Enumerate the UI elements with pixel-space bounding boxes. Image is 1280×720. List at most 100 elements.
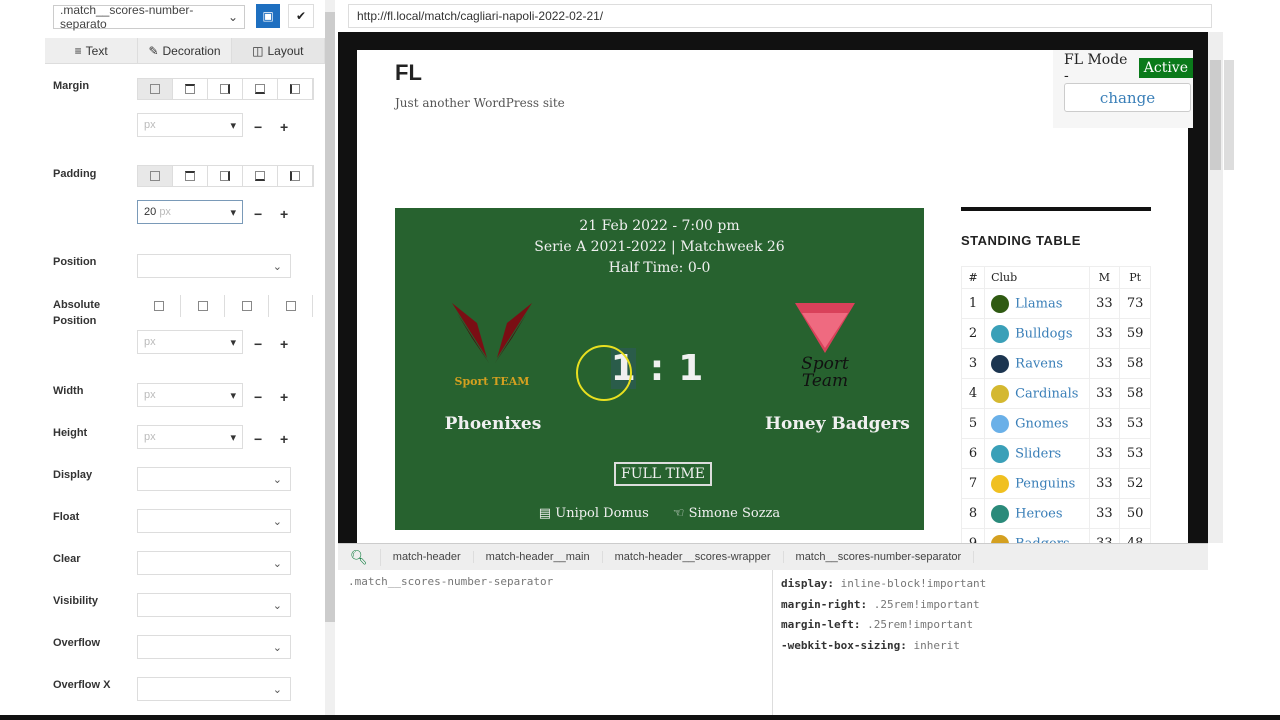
margin-input[interactable]: px ▾ <box>137 113 243 137</box>
site-title[interactable]: FL <box>395 60 422 86</box>
increment-button[interactable]: + <box>280 119 288 135</box>
club-link[interactable]: Penguins <box>1015 476 1075 491</box>
absolute-position-input[interactable]: px ▾ <box>137 330 243 354</box>
club-cell[interactable]: Cardinals <box>984 378 1090 409</box>
css-value: inline-block!important <box>840 577 987 590</box>
decrement-button[interactable]: − <box>254 431 262 447</box>
club-cell[interactable]: Ravens <box>984 348 1090 379</box>
breadcrumb-item[interactable]: match__scores-number-separator <box>784 551 975 563</box>
position-select[interactable]: ⌄ <box>137 254 291 278</box>
clear-label: Clear <box>53 553 81 565</box>
right-side-icon[interactable] <box>181 295 225 317</box>
club-cell[interactable]: Gnomes <box>984 408 1090 439</box>
url-bar[interactable]: http://fl.local/match/cagliari-napoli-20… <box>348 4 1212 28</box>
increment-button[interactable]: + <box>280 206 288 222</box>
table-cell: 33 <box>1088 288 1121 319</box>
increment-button[interactable]: + <box>280 431 288 447</box>
check-icon: ✔ <box>295 9 307 23</box>
caret-down-icon: ▾ <box>230 119 236 132</box>
club-cell[interactable]: Bulldogs <box>984 318 1090 349</box>
save-button[interactable]: ▣ <box>256 4 280 28</box>
browser-scrollbar[interactable] <box>1223 0 1235 715</box>
club-link[interactable]: Heroes <box>1015 506 1062 521</box>
search-icon[interactable]: 🔍︎ <box>338 548 381 566</box>
chevron-down-icon: ⌄ <box>227 10 238 24</box>
breadcrumb-item[interactable]: match-header__main <box>474 551 603 563</box>
bottom-side-icon[interactable] <box>243 79 278 99</box>
css-selector-editor[interactable]: .match__scores-number-separator <box>348 575 553 588</box>
bottom-side-icon[interactable] <box>243 166 278 186</box>
table-cell: 33 <box>1088 408 1121 439</box>
club-link[interactable]: Cardinals <box>1015 386 1078 401</box>
decrement-button[interactable]: − <box>254 389 262 405</box>
tab-text[interactable]: ≡ Text <box>45 38 139 63</box>
away-team-logo: Sport Team <box>780 303 870 398</box>
css-rule[interactable]: margin-left: .25rem!important <box>781 615 986 636</box>
all-sides-icon[interactable] <box>138 166 173 186</box>
left-side-icon[interactable] <box>269 295 313 317</box>
apply-button[interactable]: ✔ <box>288 4 314 28</box>
club-link[interactable]: Gnomes <box>1015 416 1068 431</box>
club-cell[interactable]: Heroes <box>984 498 1090 529</box>
table-cell: 6 <box>960 438 986 469</box>
visibility-select[interactable]: ⌄ <box>137 593 291 617</box>
right-side-icon[interactable] <box>208 79 243 99</box>
padding-side-selector[interactable] <box>137 165 314 187</box>
decrement-button[interactable]: − <box>254 119 262 135</box>
selector-dropdown[interactable]: .match__scores-number-separato ⌄ <box>53 3 245 31</box>
css-rule[interactable]: margin-right: .25rem!important <box>781 595 986 616</box>
top-side-icon[interactable] <box>173 79 208 99</box>
club-link[interactable]: Llamas <box>1015 296 1062 311</box>
float-label: Float <box>53 511 80 523</box>
breadcrumb-item[interactable]: match-header <box>381 551 474 563</box>
club-cell[interactable]: Llamas <box>984 288 1090 319</box>
css-rules[interactable]: display: inline-block!important margin-ri… <box>781 574 986 656</box>
left-side-icon[interactable] <box>278 166 313 186</box>
table-cell: 33 <box>1088 468 1121 499</box>
bottom-side-icon[interactable] <box>225 295 269 317</box>
tab-layout[interactable]: ◫ Layout <box>231 38 325 63</box>
clear-select[interactable]: ⌄ <box>137 551 291 575</box>
club-cell[interactable]: Badgers <box>984 528 1090 543</box>
away-score[interactable]: 1 <box>678 348 703 389</box>
width-input[interactable]: px ▾ <box>137 383 243 407</box>
display-select[interactable]: ⌄ <box>137 467 291 491</box>
margin-side-selector[interactable] <box>137 78 314 100</box>
decrement-button[interactable]: − <box>254 336 262 352</box>
club-cell[interactable]: Sliders <box>984 438 1090 469</box>
change-mode-button[interactable]: change <box>1064 83 1191 112</box>
club-link[interactable]: Sliders <box>1015 446 1061 461</box>
decrement-button[interactable]: − <box>254 206 262 222</box>
score-separator[interactable]: : <box>650 348 664 389</box>
table-row: 6 Sliders 33 53 <box>960 438 1151 469</box>
float-select[interactable]: ⌄ <box>137 509 291 533</box>
tab-decoration[interactable]: ✎ Decoration <box>138 38 232 63</box>
increment-button[interactable]: + <box>280 389 288 405</box>
club-link[interactable]: Ravens <box>1015 356 1063 371</box>
away-team-name[interactable]: Honey Badgers <box>765 414 910 434</box>
right-side-icon[interactable] <box>208 166 243 186</box>
css-rule[interactable]: -webkit-box-sizing: inherit <box>781 636 986 657</box>
club-link[interactable]: Badgers <box>1015 536 1070 543</box>
height-input[interactable]: px ▾ <box>137 425 243 449</box>
css-rule[interactable]: display: inline-block!important <box>781 574 986 595</box>
padding-input[interactable]: 20 px ▾ <box>137 200 243 224</box>
all-sides-icon[interactable] <box>138 79 173 99</box>
half-time-score: Half Time: 0-0 <box>608 260 711 276</box>
panel-scrollbar[interactable] <box>325 0 335 715</box>
absolute-side-selector[interactable] <box>137 295 313 317</box>
table-cell: 53 <box>1119 408 1151 439</box>
club-cell[interactable]: Penguins <box>984 468 1090 499</box>
overflow-x-select[interactable]: ⌄ <box>137 677 291 701</box>
home-team-name[interactable]: Phoenixes <box>395 414 591 434</box>
top-side-icon[interactable] <box>173 166 208 186</box>
caret-down-icon: ▾ <box>230 206 236 219</box>
top-side-icon[interactable] <box>137 295 181 317</box>
breadcrumb-item[interactable]: match-header__scores-wrapper <box>603 551 784 563</box>
overflow-select[interactable]: ⌄ <box>137 635 291 659</box>
page-scrollbar[interactable] <box>1208 32 1223 543</box>
logo-text: Sport TEAM <box>454 375 530 388</box>
club-link[interactable]: Bulldogs <box>1015 326 1072 341</box>
increment-button[interactable]: + <box>280 336 288 352</box>
left-side-icon[interactable] <box>278 79 313 99</box>
